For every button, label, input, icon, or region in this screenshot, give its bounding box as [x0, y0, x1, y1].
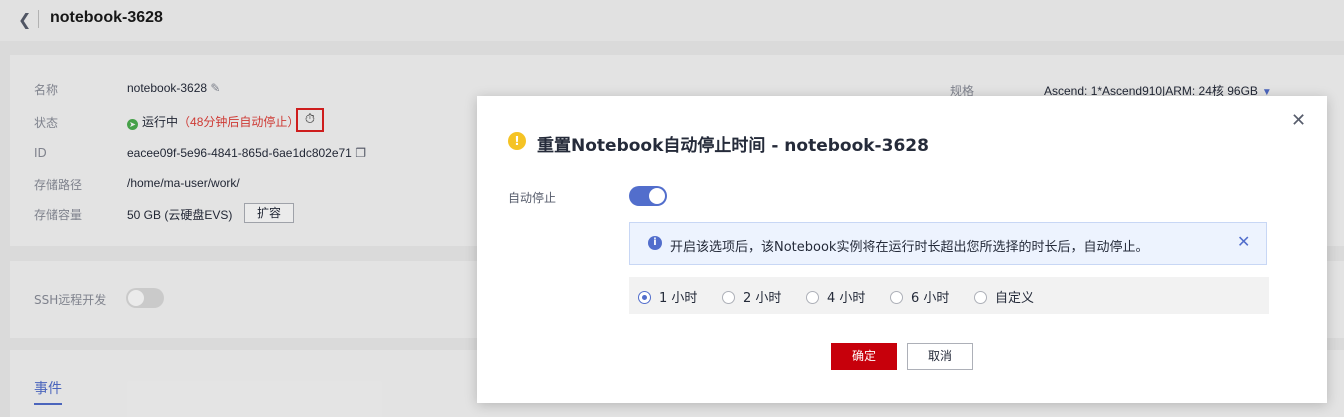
radio-2-hours[interactable]: 2 小时 [722, 287, 781, 306]
close-icon[interactable]: ✕ [1291, 110, 1306, 131]
ok-button[interactable]: 确定 [831, 343, 897, 370]
duration-radio-group: 1 小时 2 小时 4 小时 6 小时 自定义 [629, 277, 1269, 314]
toggle-knob [649, 188, 665, 204]
info-text: 开启该选项后，该Notebook实例将在运行时长超出您所选择的时长后，自动停止。 [670, 240, 1149, 255]
auto-stop-label: 自动停止 [508, 191, 557, 205]
radio-circle [974, 291, 987, 304]
dialog-title: 重置Notebook自动停止时间 - notebook-3628 [537, 136, 929, 156]
warning-icon: ! [508, 132, 526, 150]
radio-circle [638, 291, 651, 304]
auto-stop-toggle[interactable] [629, 186, 667, 206]
info-icon: i [648, 236, 662, 250]
cancel-button[interactable]: 取消 [907, 343, 973, 370]
reset-autostop-dialog: ✕ ! 重置Notebook自动停止时间 - notebook-3628 自动停… [477, 96, 1327, 403]
radio-6-hours[interactable]: 6 小时 [890, 287, 949, 306]
radio-1-hour[interactable]: 1 小时 [638, 287, 697, 306]
radio-custom[interactable]: 自定义 [974, 287, 1034, 306]
close-icon[interactable]: ✕ [1237, 232, 1250, 251]
radio-circle [890, 291, 903, 304]
info-alert: i 开启该选项后，该Notebook实例将在运行时长超出您所选择的时长后，自动停… [629, 222, 1267, 265]
radio-circle [722, 291, 735, 304]
radio-4-hours[interactable]: 4 小时 [806, 287, 865, 306]
radio-circle [806, 291, 819, 304]
